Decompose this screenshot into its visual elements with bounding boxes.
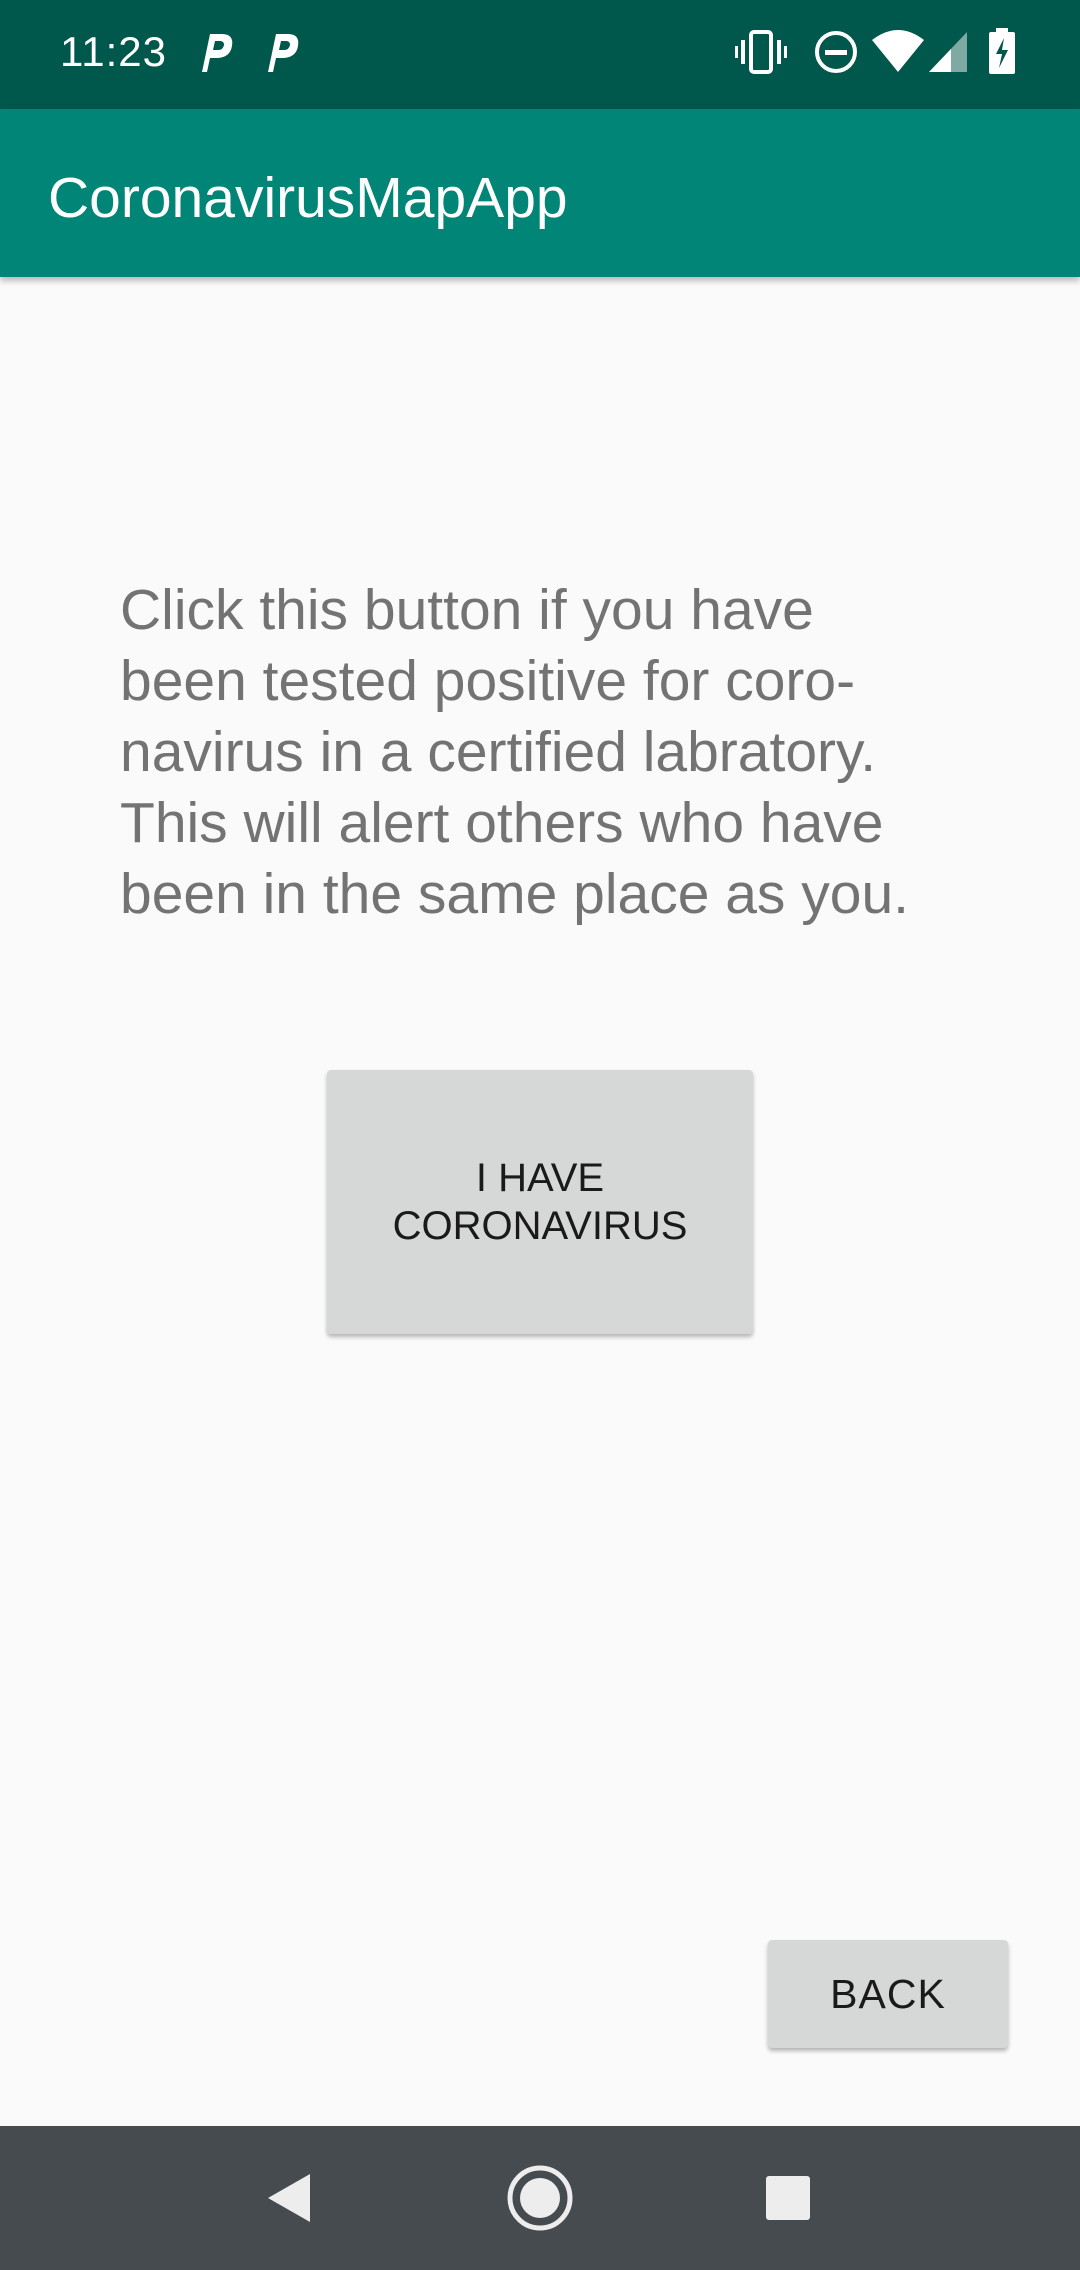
wifi-icon	[872, 30, 924, 72]
app-title: CoronavirusMapApp	[48, 166, 568, 230]
back-icon[interactable]	[248, 2162, 328, 2234]
battery-charging-icon	[989, 28, 1015, 74]
info-text: Click this button if you have been teste…	[120, 578, 910, 926]
i-have-coronavirus-button[interactable]: I HAVE CORONAVIRUS	[327, 1070, 753, 1334]
cell-signal-icon	[929, 32, 967, 72]
vibrate-icon	[735, 30, 787, 74]
screen: 11:23 CoronavirusMapApp Click this butto…	[0, 0, 1080, 2270]
status-bar: 11:23	[0, 0, 1080, 109]
do-not-disturb-icon	[815, 31, 857, 73]
parking-icon	[202, 34, 233, 72]
status-time: 11:23	[60, 28, 167, 75]
back-button[interactable]: BACK	[768, 1940, 1008, 2048]
recents-icon[interactable]	[748, 2162, 828, 2234]
home-icon[interactable]	[500, 2162, 580, 2234]
navigation-bar	[0, 2126, 1080, 2270]
app-bar: CoronavirusMapApp	[0, 109, 1080, 277]
parking-icon	[268, 34, 299, 72]
